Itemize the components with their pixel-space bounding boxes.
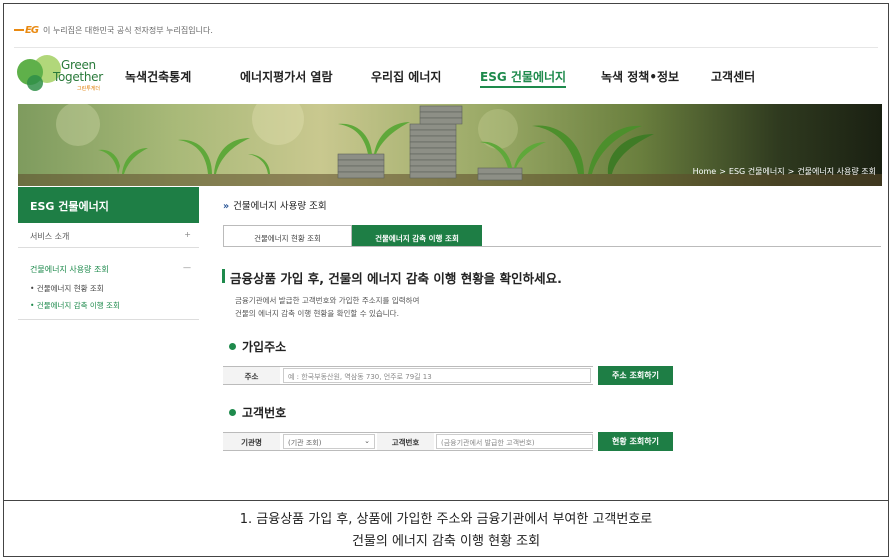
address-section-label: 가입주소 xyxy=(242,340,287,354)
plus-icon: + xyxy=(184,230,191,239)
customer-section-title: 고객번호 xyxy=(229,404,286,421)
gov-logo: EG xyxy=(14,25,39,36)
sidebar-item-energy-usage[interactable]: 건물에너지 사용량 조회 — xyxy=(18,256,199,281)
org-label: 기관명 xyxy=(223,433,280,450)
gov-banner-text: 이 누리집은 대한민국 공식 전자정부 누리집입니다. xyxy=(43,25,213,35)
breadcrumb-separator: > xyxy=(787,167,795,176)
caption-line: 1. 금융상품 가입 후, 상품에 가입한 주소와 금융기관에서 부여한 고객번… xyxy=(239,512,653,527)
divider xyxy=(18,319,199,320)
address-input[interactable]: 예 : 한국부동산원, 역삼동 730, 언주로 79길 13 xyxy=(283,368,591,383)
customer-section-label: 고객번호 xyxy=(242,406,287,420)
nav-item-customer-center[interactable]: 고객센터 xyxy=(711,68,755,85)
address-search-button[interactable]: 주소 조회하기 xyxy=(598,366,673,385)
sidebar-item-label: 서비스 소개 xyxy=(30,232,70,241)
caption-line: 건물의 에너지 감축 이행 현황 조회 xyxy=(351,534,541,549)
sidebar-title: ESG 건물에너지 xyxy=(18,187,199,223)
sidebar-subitem-reduction[interactable]: • 건물에너지 감축 이행 조회 xyxy=(30,300,120,311)
nav-item-energy-report[interactable]: 에너지평가서 열람 xyxy=(240,68,333,85)
section-heading: 금융상품 가입 후, 건물의 에너지 감축 이행 현황을 확인하세요. xyxy=(222,268,562,287)
breadcrumb-current: 건물에너지 사용량 조회 xyxy=(797,167,876,176)
sidebar-item-service-intro[interactable]: 서비스 소개 + xyxy=(18,223,199,248)
org-select[interactable]: (기관 조회) ⌄ xyxy=(283,434,375,449)
bullet-dot-icon xyxy=(229,409,236,416)
breadcrumb: Home > ESG 건물에너지 > 건물에너지 사용량 조회 xyxy=(693,166,876,177)
description-line: 금융기관에서 발급한 고객번호와 가입한 주소지를 입력하여 xyxy=(235,296,420,305)
divider xyxy=(223,246,881,247)
breadcrumb-separator: > xyxy=(719,167,726,176)
screenshot-area: EG 이 누리집은 대한민국 공식 전자정부 누리집입니다. Green Tog… xyxy=(4,4,888,500)
sidebar-subitem-status[interactable]: • 건물에너지 현황 조회 xyxy=(30,283,104,294)
description-line: 건물의 에너지 감축 이행 현황을 확인할 수 있습니다. xyxy=(235,309,399,318)
customer-number-label: 고객번호 xyxy=(377,433,434,450)
caption: 1. 금융상품 가입 후, 상품에 가입한 주소와 금융기관에서 부여한 고객번… xyxy=(4,500,888,557)
minus-icon: — xyxy=(183,263,191,272)
org-select-value: (기관 조회) xyxy=(288,439,322,447)
page-title-text: 건물에너지 사용량 조회 xyxy=(233,201,327,212)
page-title: » 건물에너지 사용량 조회 xyxy=(223,198,327,212)
logo-text-together: Together xyxy=(53,70,103,84)
logo-subtext: 그린투게더 xyxy=(77,86,101,92)
bullet-dot-icon xyxy=(229,343,236,350)
customer-number-input[interactable]: (금융기관에서 발급한 고객번호) xyxy=(436,434,593,449)
breadcrumb-esg[interactable]: ESG 건물에너지 xyxy=(729,167,785,176)
tab-energy-status[interactable]: 건물에너지 현황 조회 xyxy=(223,225,352,247)
nav-item-green-policy[interactable]: 녹색 정책•정보 xyxy=(601,68,679,85)
gov-banner: EG 이 누리집은 대한민국 공식 전자정부 누리집입니다. xyxy=(14,22,213,38)
hero-banner: Home > ESG 건물에너지 > 건물에너지 사용량 조회 xyxy=(18,104,882,186)
breadcrumb-home[interactable]: Home xyxy=(693,167,717,176)
customer-row: 기관명 (기관 조회) ⌄ 고객번호 (금융기관에서 발급한 고객번호) xyxy=(223,432,593,451)
tab-energy-reduction[interactable]: 건물에너지 감축 이행 조회 xyxy=(352,225,482,247)
nav-item-green-building-stats[interactable]: 녹색건축통계 xyxy=(125,68,191,85)
nav-item-esg-building-energy[interactable]: ESG 건물에너지 xyxy=(480,68,567,88)
chevron-down-icon: ⌄ xyxy=(364,437,370,445)
figure-frame: EG 이 누리집은 대한민국 공식 전자정부 누리집입니다. Green Tog… xyxy=(3,3,889,557)
double-chevron-icon: » xyxy=(223,201,230,212)
nav-item-home-energy[interactable]: 우리집 에너지 xyxy=(371,68,441,85)
address-section-title: 가입주소 xyxy=(229,338,286,355)
address-row: 주소 예 : 한국부동산원, 역삼동 730, 언주로 79길 13 xyxy=(223,366,593,385)
logo-circle-icon xyxy=(27,75,43,91)
sidebar-item-label: 건물에너지 사용량 조회 xyxy=(30,265,109,274)
divider xyxy=(14,47,878,48)
address-label: 주소 xyxy=(223,367,280,384)
site-logo[interactable]: Green Together 그린투게더 xyxy=(17,55,109,95)
status-search-button[interactable]: 현황 조회하기 xyxy=(598,432,673,451)
